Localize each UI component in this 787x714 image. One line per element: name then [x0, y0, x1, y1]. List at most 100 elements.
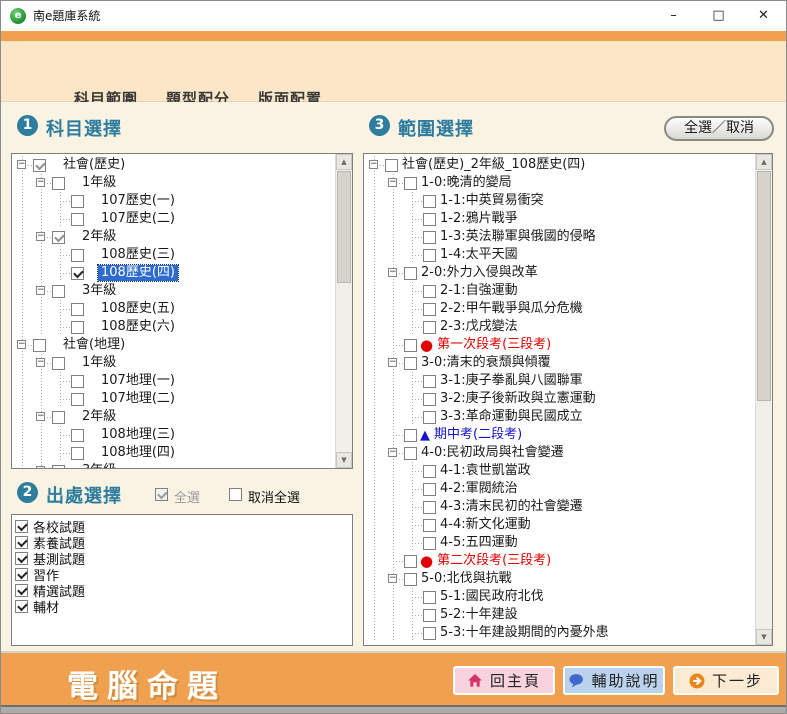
source-checkbox[interactable] — [15, 600, 28, 613]
collapse-minus-icon[interactable]: − — [17, 160, 26, 169]
tree-node[interactable]: 5-3:十年建設期間的內憂外患 — [366, 624, 754, 642]
tree-node-label[interactable]: 108歷史(五) — [98, 301, 178, 317]
tree-checkbox[interactable] — [423, 537, 436, 550]
tree-checkbox[interactable] — [33, 339, 46, 352]
tree-checkbox[interactable] — [52, 285, 65, 298]
tree-checkbox[interactable] — [404, 573, 417, 586]
collapse-minus-icon[interactable]: − — [36, 286, 45, 295]
collapse-minus-icon[interactable]: − — [36, 412, 45, 421]
source-checkbox[interactable] — [15, 584, 28, 597]
tree-node-label[interactable]: 107地理(一) — [98, 373, 178, 389]
expander-icon[interactable]: − — [33, 228, 52, 246]
expander-icon[interactable]: − — [33, 174, 52, 192]
collapse-minus-icon[interactable]: − — [388, 574, 397, 583]
tree-node[interactable]: 1-2:鴉片戰爭 — [366, 210, 754, 228]
tree-checkbox[interactable] — [71, 195, 84, 208]
tree-node[interactable]: 107地理(一) — [14, 372, 334, 390]
tree-node[interactable]: 107歷史(二) — [14, 210, 334, 228]
deselect-all-checkbox[interactable] — [229, 488, 242, 501]
tree-checkbox[interactable] — [423, 285, 436, 298]
expander-icon[interactable]: − — [33, 354, 52, 372]
scroll-down-icon[interactable]: ▼ — [336, 452, 352, 468]
tree-node[interactable]: 3-1:庚子拳亂與八國聯軍 — [366, 372, 754, 390]
deselect-all-label[interactable]: 取消全選 — [248, 487, 300, 506]
tree-node[interactable]: 4-3:清末民初的社會變遷 — [366, 498, 754, 516]
tree-checkbox[interactable] — [71, 303, 84, 316]
source-item[interactable]: 基測試題 — [15, 550, 349, 566]
scroll-down-icon[interactable]: ▼ — [756, 629, 772, 645]
tree-checkbox[interactable] — [404, 267, 417, 280]
tree-node[interactable]: ▲期中考(二段考) — [366, 426, 754, 444]
tree-checkbox[interactable] — [423, 483, 436, 496]
tree-node-label[interactable]: 5-2:十年建設 — [437, 607, 521, 623]
expander-icon[interactable]: − — [14, 336, 33, 354]
tree-node[interactable]: ●第一次段考(三段考) — [366, 336, 754, 354]
tree-node[interactable]: 2-2:甲午戰爭與瓜分危機 — [366, 300, 754, 318]
expander-icon[interactable]: − — [33, 408, 52, 426]
tree-node[interactable]: −2-0:外力入侵與改革 — [366, 264, 754, 282]
source-item[interactable]: 輔材 — [15, 598, 349, 614]
tree-node-label[interactable]: 1年級 — [79, 355, 119, 371]
tree-checkbox[interactable] — [423, 231, 436, 244]
subject-tree-scrollbar[interactable]: ▲ ▼ — [335, 154, 352, 468]
tree-node[interactable]: 108歷史(五) — [14, 300, 334, 318]
tree-checkbox[interactable] — [52, 177, 65, 190]
expander-icon[interactable]: − — [385, 444, 404, 462]
expander-icon[interactable]: − — [366, 156, 385, 174]
tree-node[interactable]: 4-5:五四運動 — [366, 534, 754, 552]
tree-checkbox[interactable] — [423, 303, 436, 316]
tree-node[interactable]: 4-4:新文化運動 — [366, 516, 754, 534]
tree-node[interactable]: − 1年級 — [14, 354, 334, 372]
tree-node[interactable]: ●第二次段考(三段考) — [366, 552, 754, 570]
tree-node[interactable]: −社會(歷史) — [14, 156, 334, 174]
tree-node-label[interactable]: 3年級 — [79, 463, 119, 468]
tree-checkbox[interactable] — [423, 249, 436, 262]
expander-icon[interactable]: − — [33, 462, 52, 468]
tree-node-label[interactable]: 108地理(三) — [98, 427, 178, 443]
next-step-button[interactable]: 下一步 — [673, 666, 779, 695]
tree-checkbox[interactable] — [423, 609, 436, 622]
tree-checkbox[interactable] — [385, 159, 398, 172]
select-all-label[interactable]: 全選 — [174, 487, 200, 506]
collapse-minus-icon[interactable]: − — [17, 340, 26, 349]
home-button[interactable]: 回主頁 — [453, 666, 555, 695]
tree-node[interactable]: 108歷史(三) — [14, 246, 334, 264]
collapse-minus-icon[interactable]: − — [36, 232, 45, 241]
tree-checkbox[interactable] — [423, 393, 436, 406]
tree-node-label[interactable]: 3-2:庚子後新政與立憲運動 — [437, 391, 599, 407]
tree-checkbox[interactable] — [423, 375, 436, 388]
tree-node-label[interactable]: 第二次段考(三段考) — [434, 553, 554, 569]
tree-checkbox[interactable] — [423, 519, 436, 532]
tree-checkbox[interactable] — [52, 231, 65, 244]
tree-node-label[interactable]: 107歷史(一) — [98, 193, 178, 209]
source-checkbox[interactable] — [15, 536, 28, 549]
tree-node-label[interactable]: 107歷史(二) — [98, 211, 178, 227]
tree-node[interactable]: 107歷史(一) — [14, 192, 334, 210]
tree-node[interactable]: 4-1:袁世凱當政 — [366, 462, 754, 480]
tree-node[interactable]: − 3年級 — [14, 462, 334, 468]
tree-checkbox[interactable] — [404, 177, 417, 190]
tree-checkbox[interactable] — [423, 465, 436, 478]
scope-tree-scrollbar[interactable]: ▲ ▼ — [755, 154, 772, 645]
tree-checkbox[interactable] — [71, 213, 84, 226]
tree-checkbox[interactable] — [71, 393, 84, 406]
tree-checkbox[interactable] — [404, 339, 417, 352]
tree-node-label[interactable]: 4-2:軍閥統治 — [437, 481, 521, 497]
expander-icon[interactable]: − — [33, 282, 52, 300]
tree-node[interactable]: −2年級 — [14, 228, 334, 246]
close-button[interactable]: ✕ — [741, 1, 786, 31]
tree-node[interactable]: −1年級 — [14, 174, 334, 192]
tree-checkbox[interactable] — [423, 591, 436, 604]
tree-node-label[interactable]: 4-3:清末民初的社會變遷 — [437, 499, 586, 515]
tree-node[interactable]: −社會(歷史)_2年級_108歷史(四) — [366, 156, 754, 174]
tree-node[interactable]: −1-0:晚清的變局 — [366, 174, 754, 192]
expander-icon[interactable]: − — [385, 174, 404, 192]
tree-node-label[interactable]: 2-3:戊戌變法 — [437, 319, 521, 335]
tree-checkbox[interactable] — [71, 267, 84, 280]
tree-node[interactable]: 3-2:庚子後新政與立憲運動 — [366, 390, 754, 408]
tree-node-label[interactable]: 108歷史(四) — [98, 265, 178, 281]
tree-node-label[interactable]: 3-1:庚子拳亂與八國聯軍 — [437, 373, 586, 389]
tree-node[interactable]: 2-1:自強運動 — [366, 282, 754, 300]
expander-icon[interactable]: − — [385, 570, 404, 588]
collapse-minus-icon[interactable]: − — [36, 358, 45, 367]
